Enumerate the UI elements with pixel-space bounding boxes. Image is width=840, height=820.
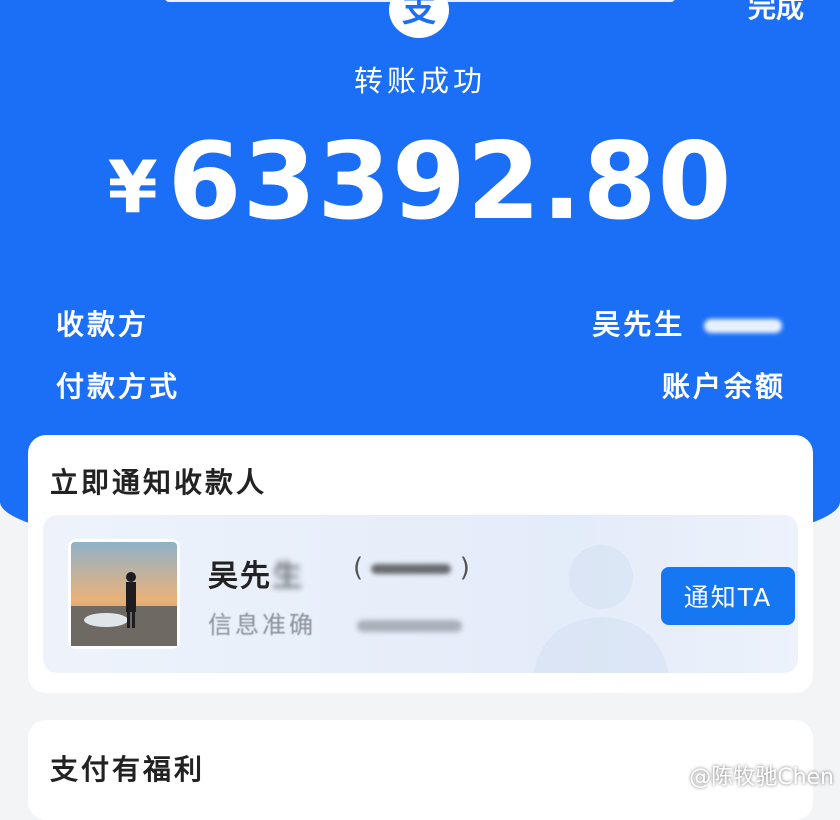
payee-value-row: 吴先生 bbox=[592, 303, 782, 343]
payee-avatar[interactable] bbox=[68, 539, 180, 649]
payment-method-value: 账户余额 bbox=[661, 370, 786, 403]
notify-card-title: 立即通知收款人 bbox=[50, 466, 268, 499]
payee-value: 吴先生 bbox=[592, 308, 686, 341]
transfer-amount: ¥63392.80 bbox=[0, 120, 840, 243]
payee-account-redacted bbox=[704, 319, 782, 333]
account-paren-close: ) bbox=[459, 553, 470, 583]
payee-account-redacted-2 bbox=[371, 563, 452, 574]
payee-name: 吴先生 bbox=[208, 551, 304, 595]
logo-glyph: 支 bbox=[402, 0, 436, 30]
amount-value: 63392.80 bbox=[167, 120, 733, 243]
alipay-logo-icon: 支 bbox=[389, 0, 449, 38]
payment-method-label: 付款方式 bbox=[56, 370, 181, 403]
background-person-icon bbox=[533, 545, 669, 673]
avatar-photo-icon bbox=[71, 542, 177, 646]
currency-symbol: ¥ bbox=[107, 145, 158, 229]
notify-button[interactable]: 通知TA bbox=[661, 567, 795, 625]
payee-info-panel: 吴先生 ( ) 信息准确 通知TA bbox=[43, 515, 798, 673]
payee-subtitle-redacted bbox=[356, 620, 462, 632]
transfer-status: 转账成功 bbox=[353, 64, 486, 98]
notify-payee-card: 立即通知收款人 吴先生 () 信息准确 通知TA bbox=[28, 435, 813, 693]
payee-subtitle: 信息准确 bbox=[208, 605, 462, 640]
account-paren-open: ( bbox=[353, 553, 364, 583]
payee-name-blurred: 生 bbox=[272, 559, 304, 594]
benefits-card-title: 支付有福利 bbox=[50, 753, 206, 786]
payee-name-text: 吴先 bbox=[208, 559, 272, 594]
payee-account: ( ) bbox=[353, 553, 470, 583]
payee-label: 收款方 bbox=[56, 308, 150, 341]
payee-subtitle-text: 信息准确 bbox=[208, 611, 316, 639]
done-button[interactable]: 完成 bbox=[748, 0, 804, 26]
watermark: @陈牧驰Chen bbox=[689, 765, 834, 790]
